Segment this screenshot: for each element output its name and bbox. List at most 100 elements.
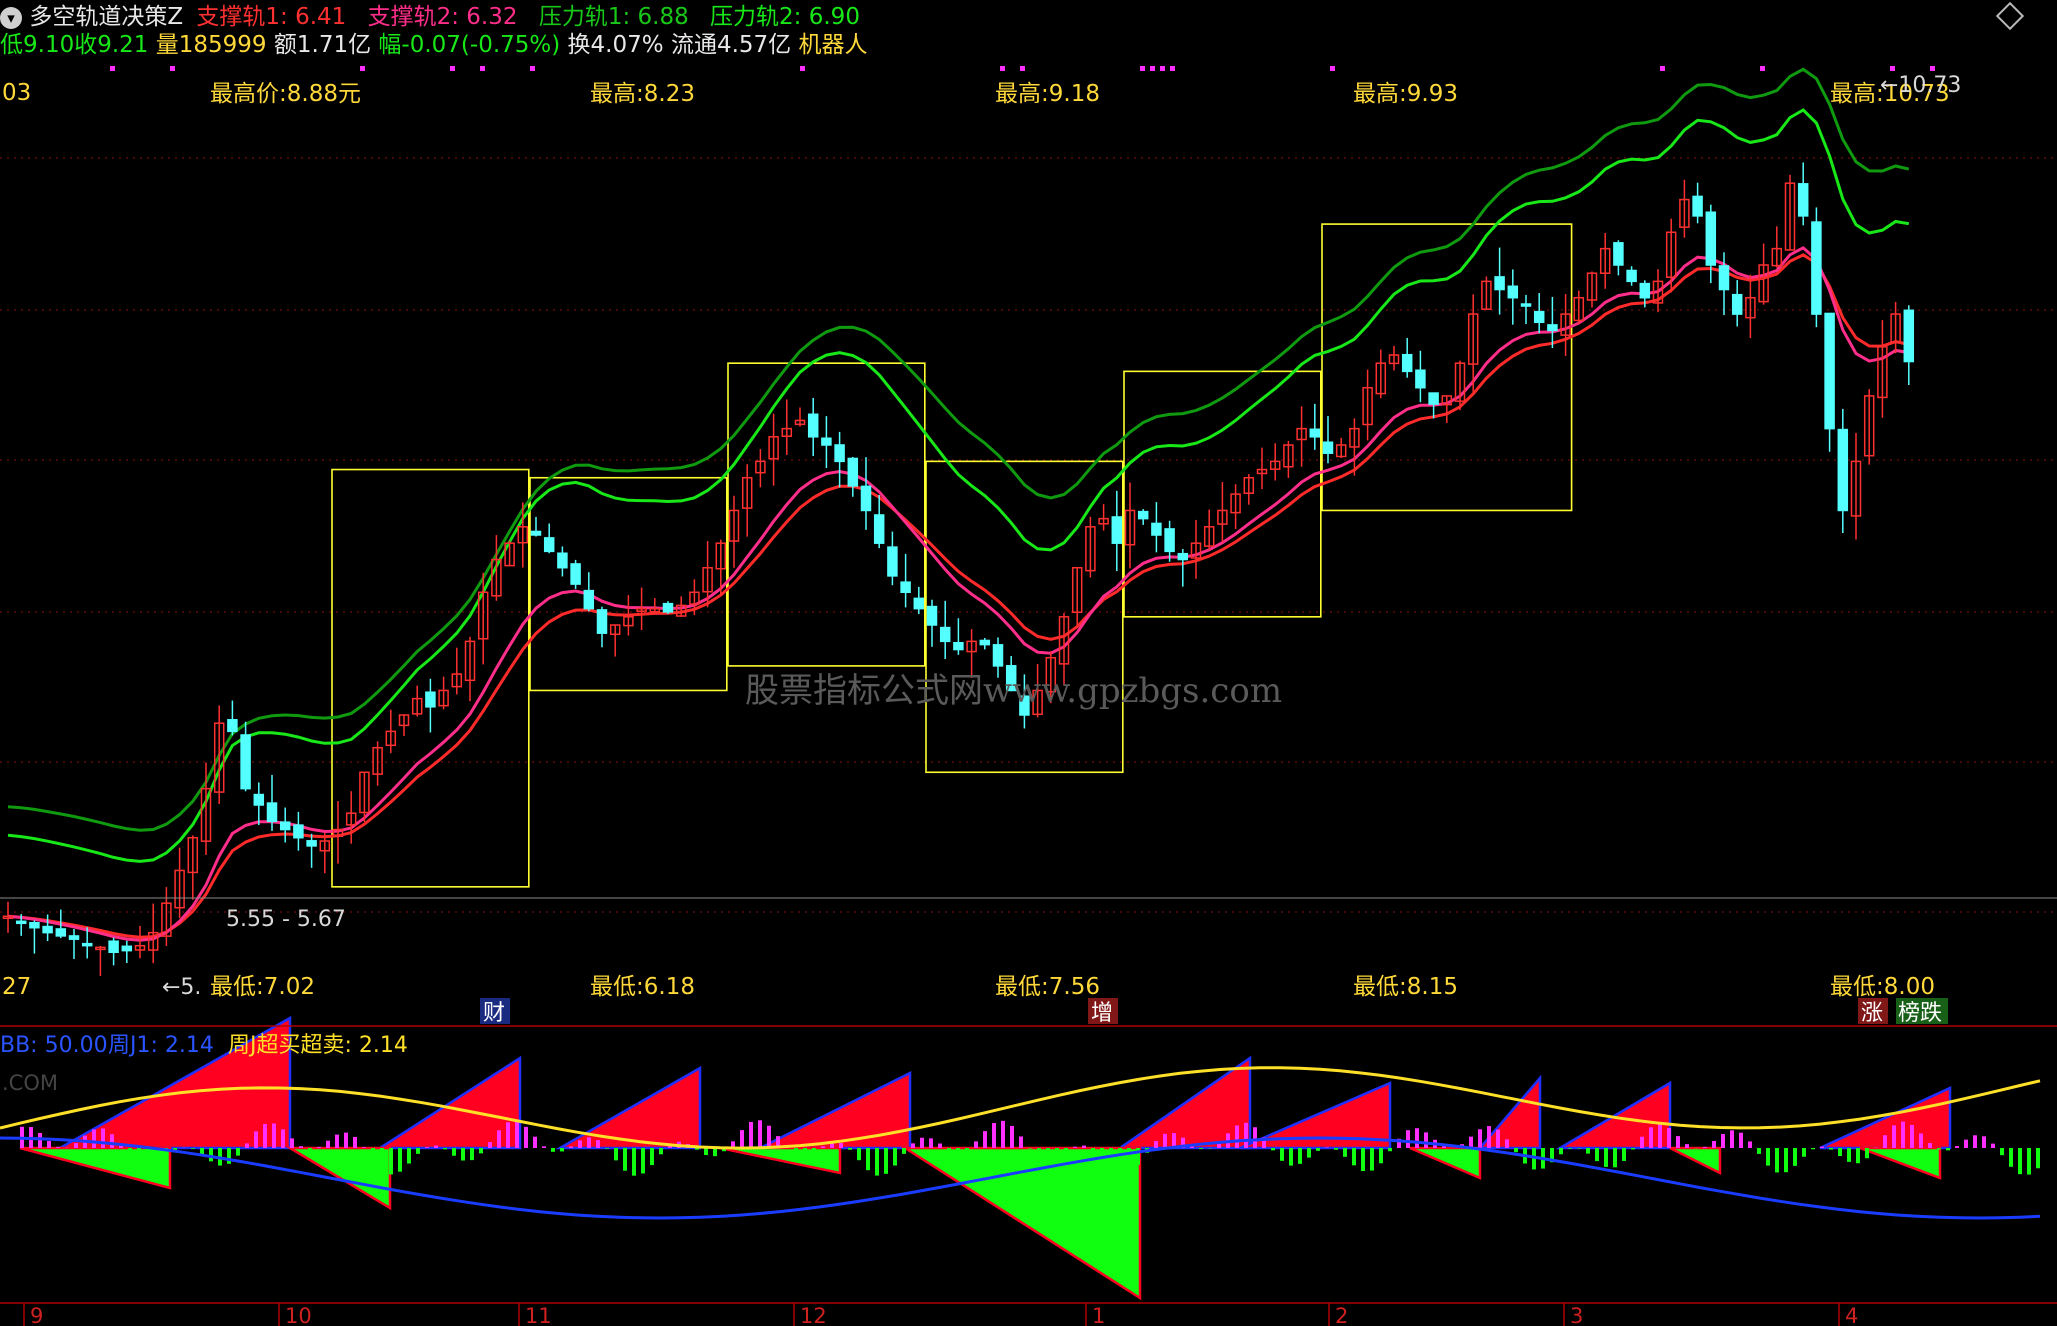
candle[interactable] [1533,293,1545,334]
candle[interactable] [794,407,806,427]
candle[interactable] [887,531,898,586]
candle[interactable] [1230,484,1241,530]
candles[interactable] [2,162,1915,976]
candle[interactable] [1560,294,1571,356]
candle[interactable] [1283,440,1294,478]
candle[interactable] [1665,218,1677,293]
candle[interactable] [1573,290,1585,325]
candle[interactable] [741,464,753,537]
candle[interactable] [385,709,397,754]
candle[interactable] [372,741,383,786]
candle[interactable] [649,598,661,614]
candle[interactable] [768,413,779,486]
candle[interactable] [1243,474,1255,505]
candle[interactable] [161,887,172,946]
candle[interactable] [306,833,317,868]
candle[interactable] [1309,403,1321,450]
candle[interactable] [1256,447,1268,489]
candle[interactable] [834,431,845,488]
candle[interactable] [543,523,555,554]
candle[interactable] [1401,337,1413,378]
candle[interactable] [1731,280,1743,327]
candle[interactable] [821,416,832,469]
candle[interactable] [1797,162,1809,226]
candle[interactable] [807,397,819,457]
candle[interactable] [847,456,859,497]
candle[interactable] [1111,490,1123,572]
candle[interactable] [1085,516,1096,578]
candle[interactable] [1388,345,1400,371]
candle[interactable] [95,945,106,976]
candle[interactable] [1362,369,1373,441]
chart-canvas[interactable]: 03 27 最高价:8.88元 最高:8.23 最高:9.18 最高:9.93 … [0,0,2057,1326]
badge-zeng[interactable]: 增 [1088,998,1118,1026]
candle[interactable] [609,624,621,657]
candle[interactable] [1190,519,1202,579]
candle[interactable] [1705,204,1717,284]
candle[interactable] [1850,432,1862,540]
candle[interactable] [1520,294,1532,325]
candle[interactable] [1098,504,1109,531]
candle[interactable] [1903,305,1915,385]
candle[interactable] [596,606,608,648]
candle[interactable] [1322,416,1334,464]
candle[interactable] [398,714,410,736]
candle[interactable] [1877,320,1888,418]
candle[interactable] [913,586,925,615]
candle[interactable] [42,914,53,942]
candle[interactable] [1599,232,1611,289]
candle[interactable] [1481,276,1492,310]
candle[interactable] [1137,509,1149,525]
candle[interactable] [781,399,793,455]
candle[interactable] [121,940,133,963]
candle[interactable] [860,457,872,530]
candle[interactable] [926,599,938,647]
candle[interactable] [900,553,911,608]
robot-button[interactable]: 机器人 [798,32,867,58]
candle[interactable] [134,925,146,959]
badge-bang-die[interactable]: 榜跌 [1896,998,1948,1026]
candle[interactable] [227,700,238,736]
candle[interactable] [583,572,595,612]
candle[interactable] [728,495,740,568]
badge-cai[interactable]: 财 [480,998,510,1026]
candle[interactable] [570,559,581,589]
candle[interactable] [1626,266,1637,286]
candle[interactable] [438,676,449,710]
candle[interactable] [240,721,251,792]
candle[interactable] [1071,566,1083,629]
candle[interactable] [979,637,991,650]
candle[interactable] [1375,349,1387,399]
candle[interactable] [953,618,964,655]
candle[interactable] [464,636,476,702]
candle[interactable] [1124,482,1136,569]
candle[interactable] [1335,437,1347,458]
candle[interactable] [1441,395,1453,423]
candle[interactable] [1692,182,1703,224]
candle[interactable] [873,495,885,549]
candle[interactable] [530,516,542,537]
candle[interactable] [253,782,265,826]
candle[interactable] [1269,443,1281,481]
candle[interactable] [1811,207,1822,328]
candle[interactable] [174,847,185,919]
candle[interactable] [213,705,225,804]
candle[interactable] [108,937,119,966]
candle[interactable] [1415,350,1426,403]
candle[interactable] [636,587,647,631]
candle[interactable] [319,833,331,874]
candle[interactable] [1863,389,1875,465]
candle[interactable] [1745,274,1756,339]
candle[interactable] [1494,247,1505,315]
candle[interactable] [755,449,766,488]
candle[interactable] [1679,179,1690,238]
candle[interactable] [1296,406,1307,467]
candle[interactable] [491,535,502,601]
candle[interactable] [1217,482,1228,543]
candle[interactable] [1507,269,1519,325]
candle[interactable] [1177,549,1189,587]
candle[interactable] [1824,312,1835,452]
candle[interactable] [147,903,159,964]
candle[interactable] [279,807,291,843]
candle[interactable] [1151,502,1162,553]
